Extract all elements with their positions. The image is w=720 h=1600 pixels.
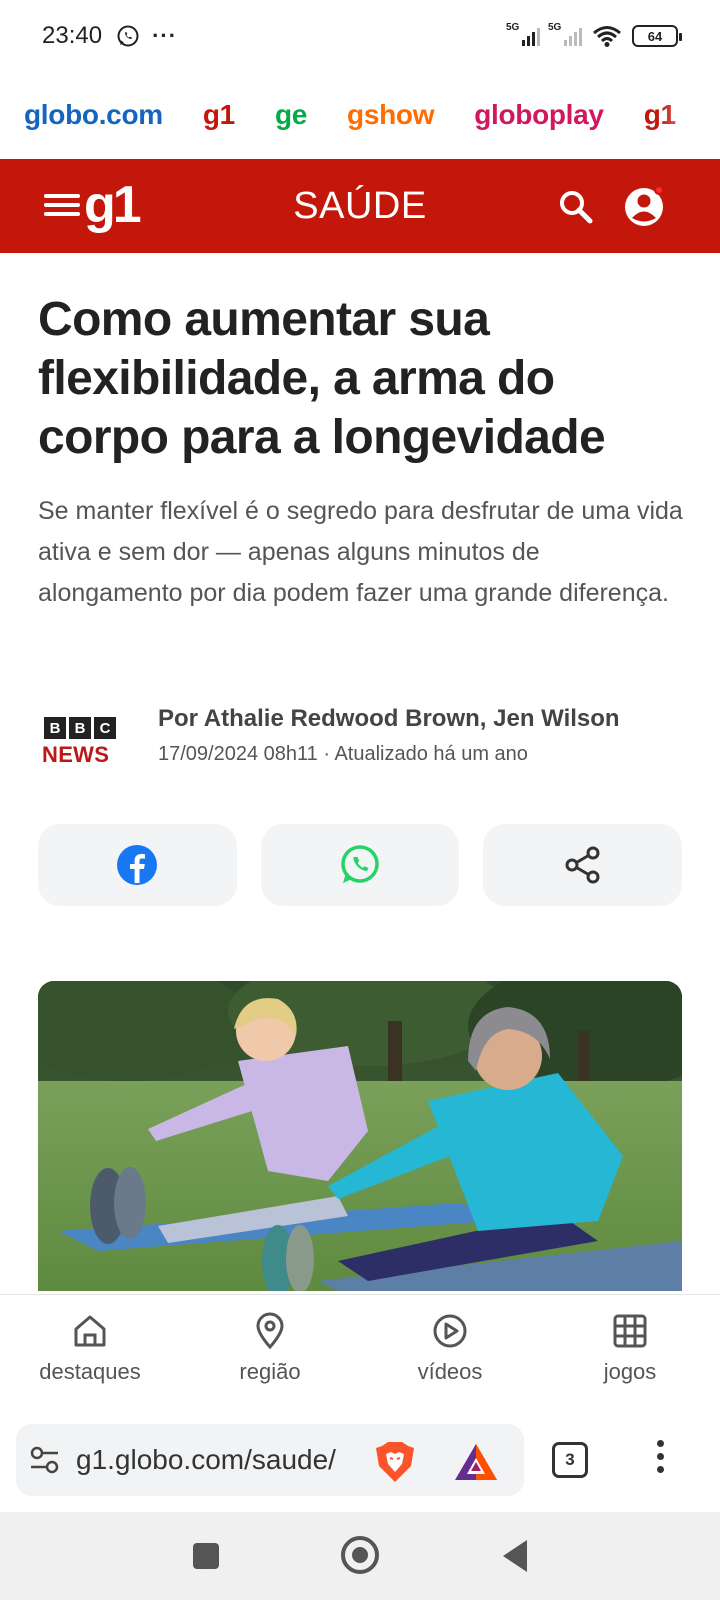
- home-button[interactable]: [341, 1536, 379, 1574]
- article-hero-image[interactable]: [38, 981, 682, 1291]
- grid-icon: [613, 1314, 647, 1348]
- tab-regiao[interactable]: região: [180, 1295, 360, 1412]
- notification-dot: [654, 185, 664, 195]
- back-button[interactable]: [503, 1540, 527, 1572]
- play-circle-icon: [433, 1314, 467, 1348]
- article-title: Como aumentar sua flexibilidade, a arma …: [38, 293, 606, 464]
- whatsapp-icon: [341, 845, 379, 883]
- signal-icon: 5G: [548, 22, 582, 46]
- globo-portal-nav: globo.com g1 ge gshow globoplay g1: [0, 80, 720, 150]
- tab-destaques[interactable]: destaques: [0, 1295, 180, 1412]
- brave-rewards-icon[interactable]: [454, 1442, 498, 1482]
- nav-fade: [660, 80, 720, 150]
- hamburger-menu-icon[interactable]: [44, 191, 80, 219]
- status-time: 23:40: [42, 22, 103, 49]
- g1-header: g1 SAÚDE: [0, 159, 720, 253]
- nav-link-ge[interactable]: ge: [275, 99, 307, 131]
- tab-jogos[interactable]: jogos: [540, 1295, 720, 1412]
- article-date: 17/09/2024 08h11 · Atualizado há um ano: [158, 743, 528, 765]
- menu-logo-button[interactable]: g1: [44, 179, 142, 231]
- wifi-icon: [593, 26, 621, 47]
- status-bar: 23:40 ··· 5G 5G 64: [0, 0, 720, 72]
- home-icon: [74, 1315, 106, 1347]
- address-bar[interactable]: g1.globo.com/saude/: [16, 1424, 524, 1496]
- whatsapp-notification-icon: [117, 25, 139, 47]
- search-icon[interactable]: [556, 187, 596, 227]
- url-text[interactable]: g1.globo.com/saude/: [76, 1444, 370, 1476]
- tab-videos[interactable]: vídeos: [360, 1295, 540, 1412]
- nav-link-g1[interactable]: g1: [203, 99, 235, 131]
- stretching-women-photo: [38, 981, 682, 1291]
- site-settings-icon[interactable]: [28, 1445, 62, 1475]
- tab-switcher-button[interactable]: 3: [552, 1442, 588, 1478]
- bbc-news-logo: B B C NEWS: [42, 717, 122, 768]
- byline: B B C NEWS Por Athalie Redwood Brown, Je…: [42, 705, 682, 775]
- facebook-icon: [117, 845, 158, 885]
- g1-logo[interactable]: g1: [84, 179, 142, 231]
- browser-menu-icon[interactable]: [650, 1440, 670, 1473]
- location-pin-icon: [256, 1312, 284, 1350]
- share-icon: [565, 846, 600, 884]
- nav-link-globo[interactable]: globo.com: [24, 99, 163, 131]
- article-subtitle: Se manter flexível é o segredo para desf…: [38, 497, 683, 607]
- user-account-button[interactable]: [622, 185, 666, 229]
- share-whatsapp-button[interactable]: [260, 824, 460, 906]
- nav-link-globoplay[interactable]: globoplay: [474, 99, 604, 131]
- system-navigation-bar: [0, 1512, 720, 1600]
- nav-link-gshow[interactable]: gshow: [347, 99, 434, 131]
- share-buttons: [38, 824, 683, 906]
- share-generic-button[interactable]: [483, 824, 683, 906]
- battery-icon: 64: [632, 25, 682, 47]
- signal-icon: 5G: [506, 22, 540, 46]
- article-author: Por Athalie Redwood Brown, Jen Wilson: [158, 705, 620, 732]
- browser-toolbar: g1.globo.com/saude/ 3: [0, 1412, 720, 1512]
- recent-apps-button[interactable]: [193, 1543, 219, 1569]
- more-notifications-icon: ···: [152, 23, 178, 48]
- share-facebook-button[interactable]: [38, 824, 237, 906]
- brave-shields-icon[interactable]: [374, 1440, 416, 1484]
- bottom-tab-bar: destaques região vídeos jogos: [0, 1294, 720, 1412]
